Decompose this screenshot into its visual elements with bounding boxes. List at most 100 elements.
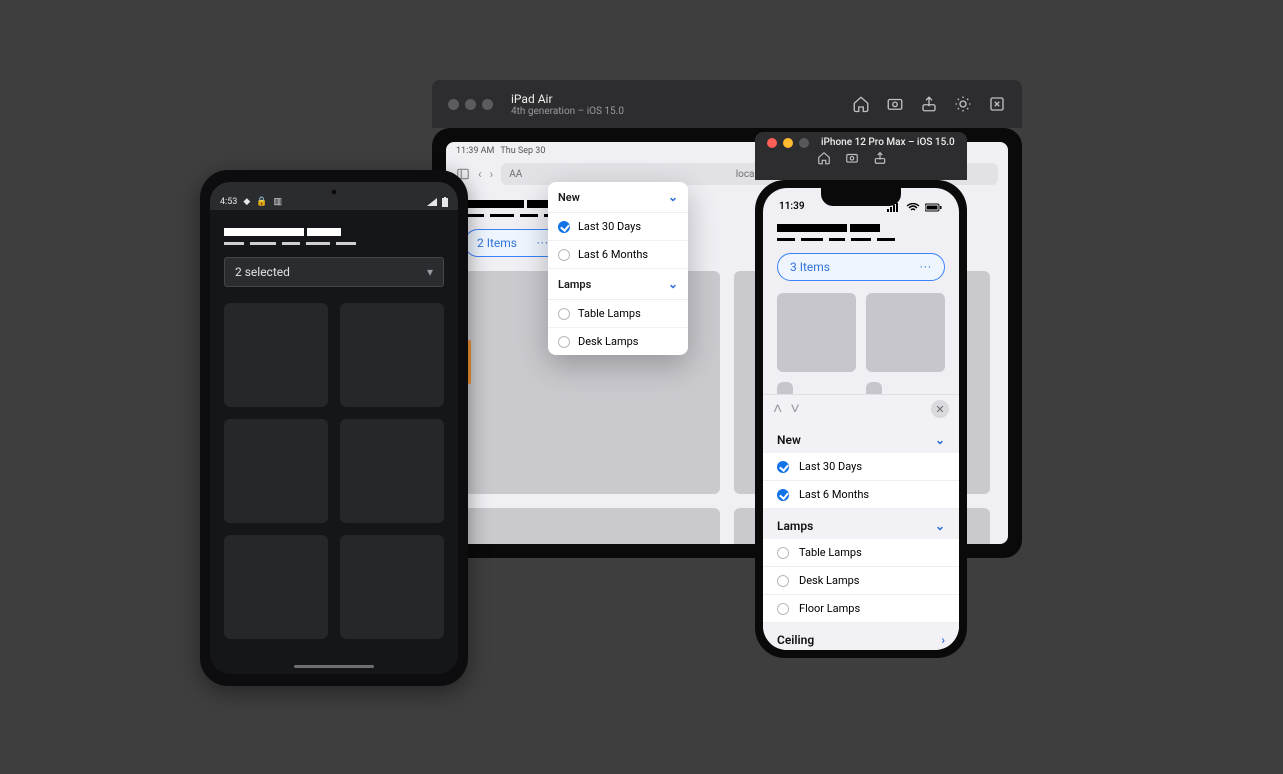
product-card[interactable] <box>340 419 444 523</box>
sheet-section-header[interactable]: Ceiling › <box>763 623 959 650</box>
back-icon[interactable]: ‹ <box>478 167 482 181</box>
battery-icon <box>925 203 943 212</box>
close-icon[interactable]: ✕ <box>931 400 949 418</box>
filter-option[interactable]: Last 6 Months <box>548 241 688 269</box>
share-icon[interactable] <box>873 151 887 165</box>
product-card[interactable] <box>866 293 945 372</box>
close-panel-icon[interactable] <box>988 95 1006 113</box>
product-card[interactable] <box>340 535 444 639</box>
product-card[interactable] <box>224 419 328 523</box>
chevron-up-icon[interactable]: ˄ <box>773 399 782 419</box>
iphone-sim-title: iPhone 12 Pro Max – iOS 15.0 <box>821 137 955 148</box>
android-statusbar: 4:53 ◆ 🔒 ▥ <box>210 182 458 210</box>
filter-pill[interactable]: 3 Items ··· <box>777 253 945 281</box>
popover-section-header[interactable]: Lamps ⌄ <box>548 269 688 300</box>
section-title: New <box>558 191 580 204</box>
iphone-simulator-titlebar: iPhone 12 Pro Max – iOS 15.0 <box>755 132 967 180</box>
signal-icon <box>427 198 437 206</box>
ipad-device-detail: 4th generation – iOS 15.0 <box>511 106 624 117</box>
filter-pill-more-icon[interactable]: ··· <box>920 260 932 274</box>
radio-checked-icon <box>558 221 570 233</box>
ipad-device-name: iPad Air <box>511 92 624 106</box>
window-close-dot[interactable] <box>767 138 777 148</box>
section-title: Ceiling <box>777 633 814 647</box>
home-icon[interactable] <box>817 151 831 165</box>
page-tabs-redacted <box>224 242 444 245</box>
iphone-status-icons <box>887 203 943 212</box>
android-status-time: 4:53 <box>220 197 237 207</box>
product-card[interactable] <box>224 303 328 407</box>
filter-popover: New ⌄ Last 30 Days Last 6 Months Lamps ⌄ <box>548 182 688 355</box>
product-card[interactable] <box>224 535 328 639</box>
chevron-down-icon: ⌄ <box>935 433 945 447</box>
filter-option-label: Last 6 Months <box>799 488 869 501</box>
chevron-down-icon: ▾ <box>427 265 433 279</box>
filter-option[interactable]: Last 30 Days <box>763 453 959 481</box>
sheet-section-header[interactable]: New ⌄ <box>763 423 959 453</box>
chevron-down-icon: ⌄ <box>935 519 945 533</box>
product-grid <box>777 293 945 372</box>
filter-option-label: Table Lamps <box>799 546 862 559</box>
window-minimize-dot[interactable] <box>783 138 793 148</box>
url-aa[interactable]: AA <box>509 169 522 180</box>
ipad-simulator-titlebar: iPad Air 4th generation – iOS 15.0 <box>432 80 1022 128</box>
radio-unchecked-icon <box>558 249 570 261</box>
filter-option-label: Desk Lamps <box>799 574 859 587</box>
filter-select[interactable]: 2 selected ▾ <box>224 257 444 287</box>
section-title: Lamps <box>558 278 591 291</box>
window-zoom-dot[interactable] <box>482 99 493 110</box>
window-zoom-dot[interactable] <box>799 138 809 148</box>
brightness-icon[interactable] <box>954 95 972 113</box>
filter-option[interactable]: Floor Lamps <box>763 595 959 623</box>
chevron-right-icon: › <box>941 633 945 647</box>
filter-pill-label: 3 Items <box>790 260 830 274</box>
product-grid <box>224 303 444 639</box>
lock-icon: 🔒 <box>256 197 267 207</box>
screenshot-icon[interactable] <box>886 95 904 113</box>
window-traffic-lights <box>448 99 493 110</box>
popover-section-header[interactable]: New ⌄ <box>548 182 688 213</box>
product-card[interactable] <box>340 303 444 407</box>
window-close-dot[interactable] <box>448 99 459 110</box>
filter-option-label: Last 30 Days <box>578 220 641 233</box>
sheet-handle-row: ˄ ˅ ✕ <box>763 395 959 423</box>
filter-option[interactable]: Desk Lamps <box>763 567 959 595</box>
iphone-status-time: 11:39 <box>779 201 805 212</box>
forward-icon[interactable]: › <box>490 167 494 181</box>
radio-unchecked-icon <box>777 547 789 559</box>
filter-option-label: Floor Lamps <box>799 602 860 615</box>
filter-option[interactable]: Table Lamps <box>548 300 688 328</box>
page-tabs-redacted <box>777 238 945 241</box>
filter-option[interactable]: Table Lamps <box>763 539 959 567</box>
filter-option[interactable]: Last 6 Months <box>763 481 959 509</box>
filter-option[interactable]: Desk Lamps <box>548 328 688 355</box>
home-icon[interactable] <box>852 95 870 113</box>
share-icon[interactable] <box>920 95 938 113</box>
radio-checked-icon <box>777 489 789 501</box>
sheet-section-header[interactable]: Lamps ⌄ <box>763 509 959 539</box>
iphone-screen: 11:39 3 Items ··· <box>763 188 959 650</box>
android-status-icons <box>427 197 448 207</box>
filter-select-label: 2 selected <box>235 265 290 279</box>
filter-option-label: Last 30 Days <box>799 460 862 473</box>
notification-icon: ◆ <box>243 197 250 207</box>
filter-option[interactable]: Last 30 Days <box>548 213 688 241</box>
product-card[interactable] <box>777 293 856 372</box>
filter-pill-label: 2 Items <box>477 236 517 250</box>
filter-option-label: Last 6 Months <box>578 248 648 261</box>
page-title-redacted <box>224 228 444 236</box>
screenshot-icon[interactable] <box>845 151 859 165</box>
product-card[interactable] <box>464 508 720 544</box>
wifi-icon <box>906 203 920 212</box>
android-screen: 4:53 ◆ 🔒 ▥ 2 selected ▾ <box>210 182 458 674</box>
calendar-icon: ▥ <box>274 197 283 207</box>
page-title-redacted <box>777 224 945 232</box>
chevron-down-icon[interactable]: ˅ <box>790 399 799 419</box>
section-title: Lamps <box>777 519 813 533</box>
window-minimize-dot[interactable] <box>465 99 476 110</box>
radio-unchecked-icon <box>777 575 789 587</box>
filter-bottom-sheet: ˄ ˅ ✕ New ⌄ Last 30 Days Last 6 Months L… <box>763 394 959 650</box>
iphone-device-frame: 11:39 3 Items ··· <box>755 180 967 658</box>
android-page-body: 2 selected ▾ <box>210 210 458 657</box>
radio-checked-icon <box>777 461 789 473</box>
